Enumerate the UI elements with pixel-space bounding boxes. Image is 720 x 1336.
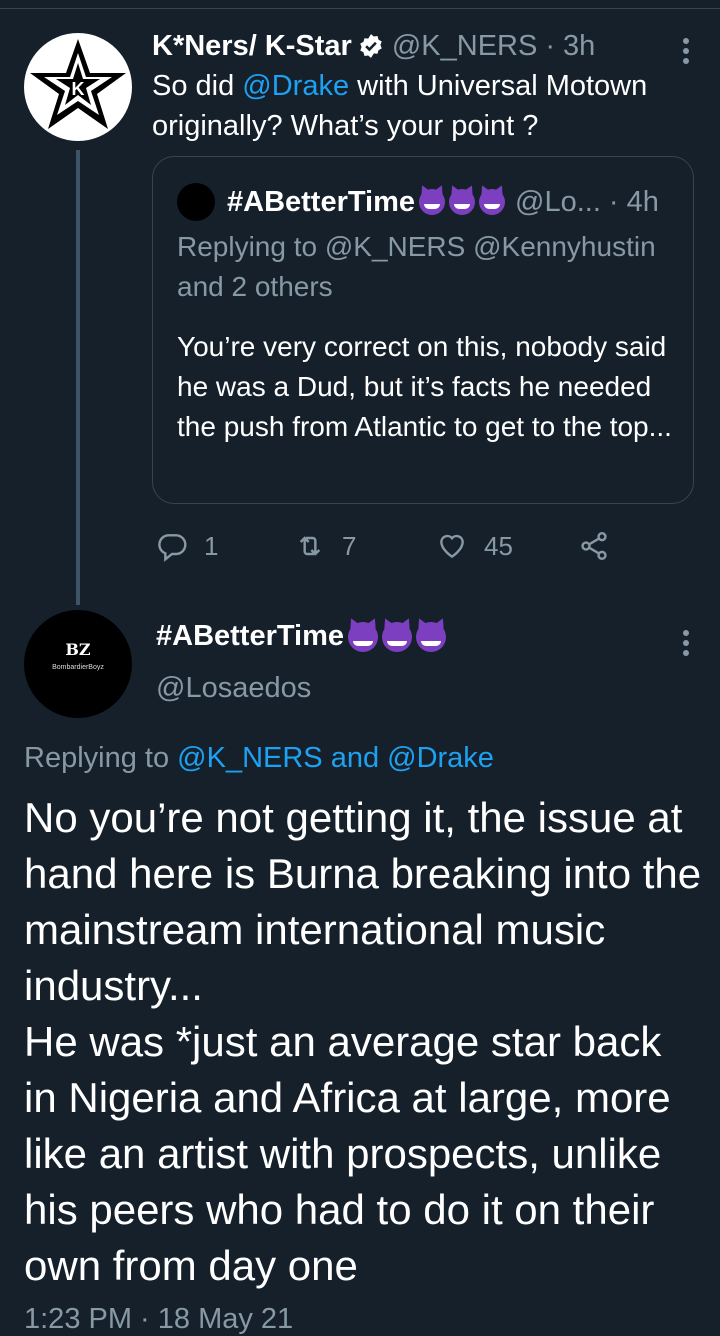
devil-emoji-icon: [419, 189, 446, 215]
avatar[interactable]: K: [24, 33, 132, 141]
share-icon: [581, 532, 607, 560]
like-count: 45: [484, 530, 513, 561]
reply-button[interactable]: 1: [156, 526, 218, 566]
avatar-logo-text: BZ: [65, 640, 91, 659]
mention-link[interactable]: @Drake: [242, 70, 349, 102]
svg-text:K: K: [72, 79, 85, 99]
heart-icon: [440, 534, 464, 559]
like-button[interactable]: 45: [436, 526, 513, 566]
mention-link[interactable]: @K_NERS: [177, 742, 322, 774]
devil-emoji-icon: [348, 621, 379, 652]
quoted-author-name: #ABetterTime: [227, 185, 416, 218]
tweet-text-part: So did: [152, 70, 243, 102]
replying-and: and: [322, 742, 388, 774]
author-handle[interactable]: @Losaedos: [156, 672, 311, 705]
thread-line: [76, 150, 80, 605]
tweet-text: So did @Drake with Universal Motown orig…: [152, 66, 692, 146]
author-handle[interactable]: @K_NERS: [392, 30, 537, 63]
mention-link[interactable]: @Drake: [387, 742, 494, 774]
tweet-header: K*Ners/ K-Star @K_NERS · 3h: [152, 28, 595, 64]
tweet-actions: 1 7 45: [152, 526, 672, 566]
author-name[interactable]: #ABetterTime: [156, 620, 344, 653]
star-logo-icon: K: [30, 39, 126, 129]
retweet-icon: [299, 536, 321, 556]
quoted-avatar: [177, 183, 215, 221]
quoted-text: You’re very correct on this, nobody said…: [177, 331, 672, 442]
quoted-header: #ABetterTime @Lo... · 4h: [177, 183, 659, 221]
replying-to: Replying to @K_NERS and @Drake: [24, 742, 494, 775]
author-name[interactable]: K*Ners/ K-Star: [152, 30, 352, 63]
tweet-text: No you’re not getting it, the issue at h…: [24, 794, 702, 1289]
devil-emoji-icon: [479, 189, 506, 215]
devil-emoji-icon: [449, 189, 476, 215]
avatar[interactable]: BZ BombardierBoyz: [24, 610, 132, 718]
retweet-button[interactable]: 7: [294, 526, 356, 566]
top-divider: [0, 8, 720, 9]
devil-emoji-icon: [382, 621, 413, 652]
quoted-tweet-card[interactable]: #ABetterTime @Lo... · 4h Replying to @K_…: [152, 156, 694, 504]
author-name-row[interactable]: #ABetterTime: [156, 620, 447, 653]
quoted-handle: @Lo...: [515, 185, 601, 218]
verified-badge-icon: [360, 34, 382, 58]
quoted-time: · 4h: [608, 185, 659, 218]
replying-prefix: Replying to: [24, 742, 178, 774]
retweet-count: 7: [342, 530, 357, 561]
more-options-icon[interactable]: [682, 34, 690, 68]
avatar-logo-subtext: BombardierBoyz: [52, 664, 104, 671]
reply-count: 1: [204, 530, 219, 561]
tweet-time: · 3h: [545, 29, 596, 62]
reply-icon: [158, 534, 187, 562]
share-button[interactable]: [578, 526, 626, 566]
quoted-replying-to: Replying to @K_NERS @Kennyhustin and 2 o…: [177, 231, 656, 302]
more-options-icon[interactable]: [682, 626, 690, 660]
devil-emoji-icon: [416, 621, 447, 652]
tweet-timestamp: 1:23 PM · 18 May 21: [24, 1303, 294, 1335]
